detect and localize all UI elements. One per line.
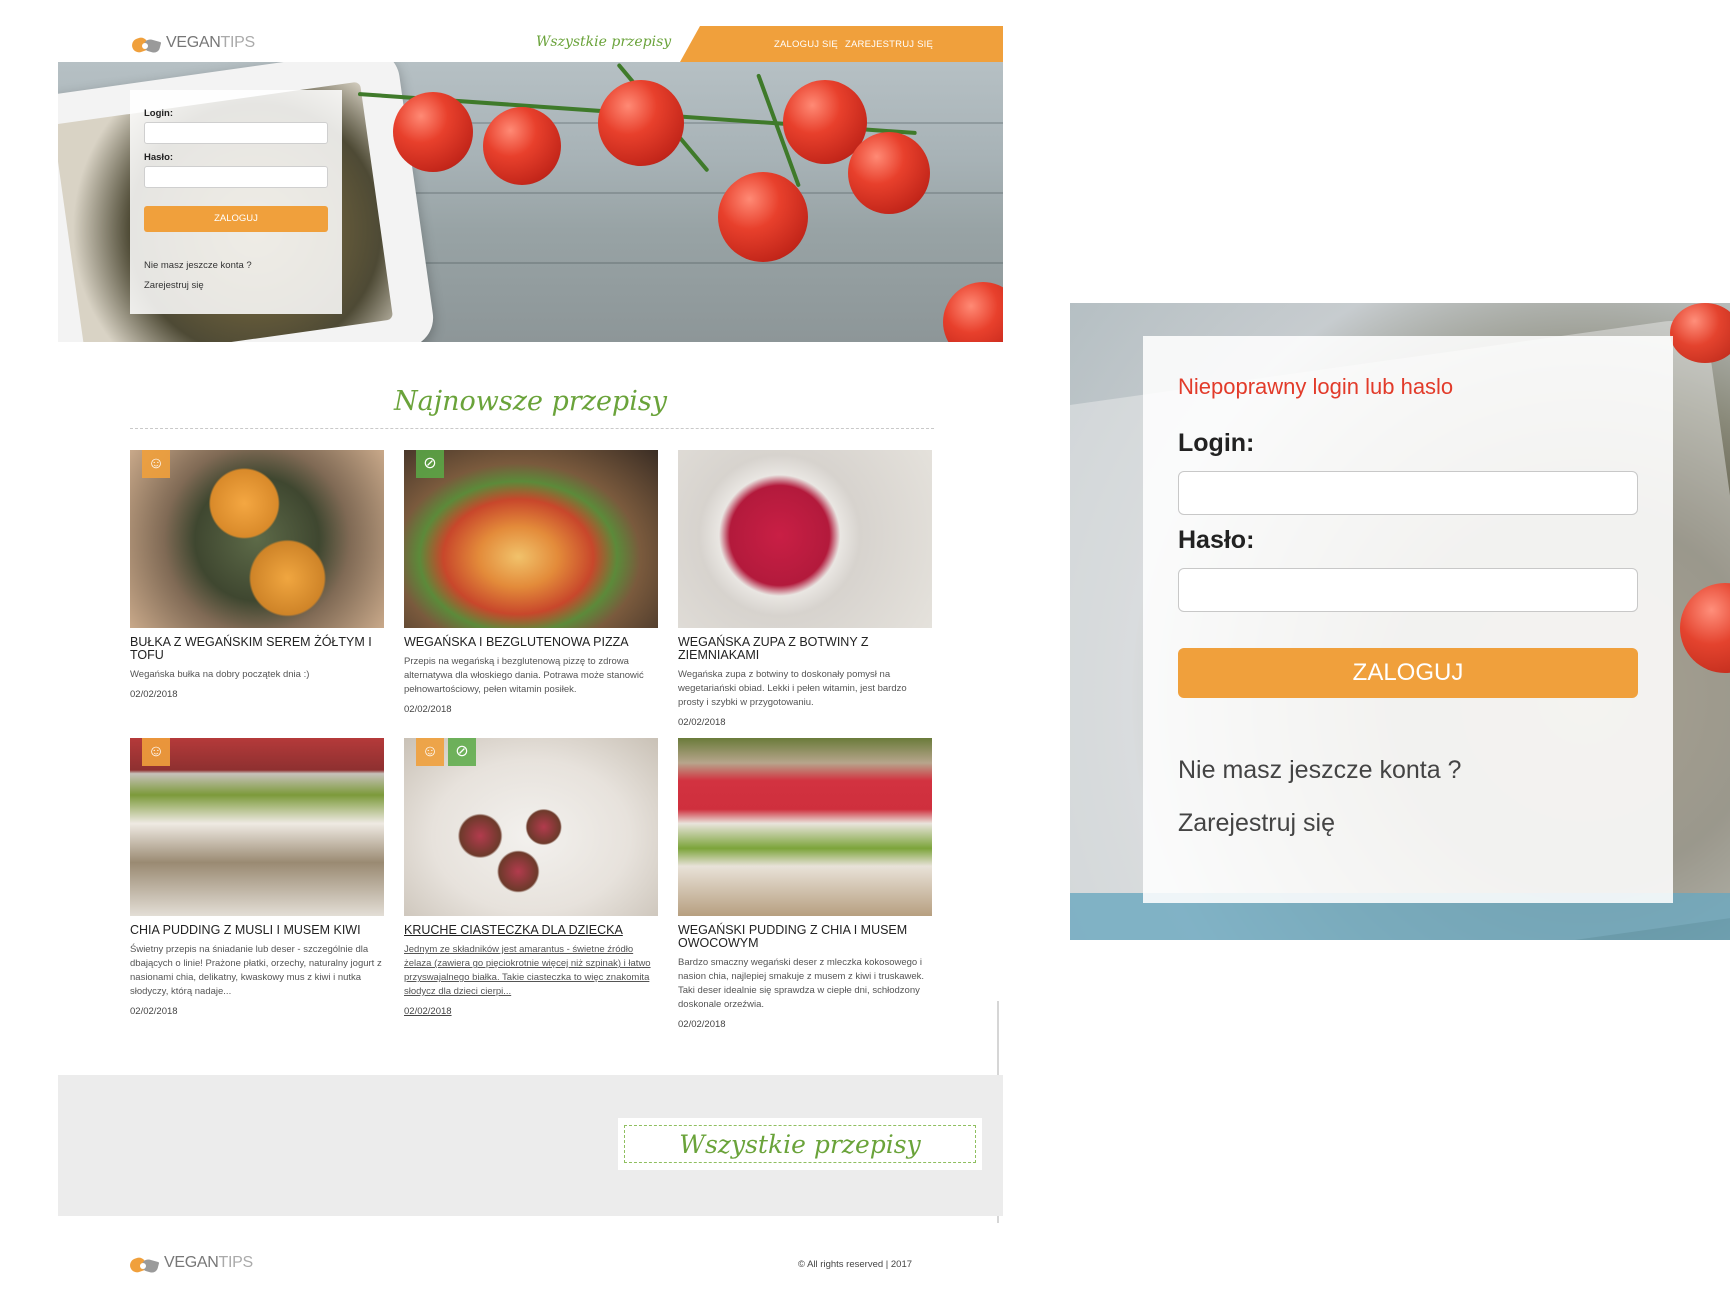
nav-login-link[interactable]: ZALOGUJ SIĘ	[774, 39, 838, 50]
gluten-free-icon: ⊘	[448, 738, 476, 766]
header: VEGAN TIPS Wszystkie przepisy ZALOGUJ SI…	[58, 26, 1003, 62]
nav-orange-bar	[680, 26, 1003, 62]
nav-all-recipes-link[interactable]: Wszystkie przepisy	[536, 34, 671, 50]
password-label: Hasło:	[1178, 526, 1255, 554]
tomato-image	[718, 172, 808, 262]
child-icon: ☺	[142, 738, 170, 766]
footer-logo[interactable]: VEGAN TIPS	[128, 1254, 254, 1275]
recipe-card[interactable]: ☺ BUŁKA Z WEGAŃSKIM SEREM ŻÓŁTYM I TOFU …	[130, 450, 384, 700]
login-input[interactable]	[1178, 471, 1638, 515]
recipe-date: 02/02/2018	[678, 717, 726, 728]
register-link[interactable]: Zarejestruj się	[1178, 809, 1335, 838]
recipe-desc: Przepis na wegańską i bezglutenową pizzę…	[404, 656, 644, 695]
recipe-card[interactable]: WEGAŃSKI PUDDING Z CHIA I MUSEM OWOCOWYM…	[678, 738, 932, 1030]
login-error-message: Niepoprawny login lub haslo	[1178, 374, 1454, 399]
recipe-title[interactable]: KRUCHE CIASTECZKA DLA DZIECKA	[404, 924, 658, 937]
recipe-card[interactable]: ☺ ⊘ KRUCHE CIASTECZKA DLA DZIECKA Jednym…	[404, 738, 658, 1017]
recipe-date: 02/02/2018	[678, 1019, 726, 1030]
zoomed-login-panel: Niepoprawny login lub haslo Login: Hasło…	[1070, 303, 1730, 940]
password-input[interactable]	[144, 166, 328, 188]
login-submit-button[interactable]: ZALOGUJ	[1178, 648, 1638, 698]
recipe-desc: Bardzo smaczny wegański deser z mleczka …	[678, 957, 925, 1010]
footer-cta-band: Wszystkie przepisy	[58, 1075, 1003, 1216]
logo-text-vegan: VEGAN	[166, 34, 221, 51]
login-submit-button[interactable]: ZALOGUJ	[144, 206, 328, 232]
recipe-title[interactable]: WEGAŃSKI PUDDING Z CHIA I MUSEM OWOCOWYM	[678, 924, 932, 950]
recipe-title[interactable]: WEGAŃSKA ZUPA Z BOTWINY Z ZIEMNIAKAMI	[678, 636, 932, 662]
all-recipes-button[interactable]: Wszystkie przepisy	[618, 1118, 982, 1170]
recipe-date: 02/02/2018	[404, 704, 452, 715]
recipe-title[interactable]: WEGAŃSKA I BEZGLUTENOWA PIZZA	[404, 636, 658, 649]
recipe-date: 02/02/2018	[130, 1006, 178, 1017]
main-page: VEGAN TIPS Wszystkie przepisy ZALOGUJ SI…	[58, 26, 1003, 1296]
hero-banner: Login: Hasło: ZALOGUJ Nie masz jeszcze k…	[58, 62, 1003, 342]
login-input[interactable]	[144, 122, 328, 144]
no-account-text: Nie masz jeszcze konta ?	[144, 260, 252, 271]
password-input[interactable]	[1178, 568, 1638, 612]
tomato-image	[483, 107, 561, 185]
tomato-image	[943, 282, 1003, 342]
recipe-desc: Wegańska bułka na dobry początek dnia :)	[130, 669, 310, 680]
login-label: Login:	[1178, 429, 1255, 457]
register-link[interactable]: Zarejestruj się	[144, 280, 204, 291]
recipe-title[interactable]: CHIA PUDDING Z MUSLI I MUSEM KIWI	[130, 924, 384, 937]
tomato-image	[598, 80, 684, 166]
login-card-zoomed: Niepoprawny login lub haslo Login: Hasło…	[1143, 336, 1673, 903]
logo-text-tips: TIPS	[218, 1254, 254, 1271]
recipe-date: 02/02/2018	[404, 1006, 452, 1017]
recipe-image[interactable]: ☺	[130, 738, 384, 916]
login-card: Login: Hasło: ZALOGUJ Nie masz jeszcze k…	[130, 90, 342, 314]
tomato-image	[848, 132, 930, 214]
logo[interactable]: VEGAN TIPS	[130, 34, 256, 55]
section-title: Najnowsze przepisy	[394, 386, 667, 417]
recipe-image[interactable]: ⊘	[404, 450, 658, 628]
no-account-text: Nie masz jeszcze konta ?	[1178, 756, 1462, 784]
child-icon: ☺	[416, 738, 444, 766]
recipe-desc: Wegańska zupa z botwiny to doskonały pom…	[678, 669, 907, 708]
recipe-desc: Jednym ze składników jest amarantus - św…	[404, 944, 651, 997]
leaf-logo-icon	[130, 34, 162, 55]
copyright-text: © All rights reserved | 2017	[798, 1259, 913, 1270]
recipe-desc: Świetny przepis na śniadanie lub deser -…	[130, 944, 382, 997]
all-recipes-button-label[interactable]: Wszystkie przepisy	[624, 1125, 976, 1163]
gluten-free-icon: ⊘	[416, 450, 444, 478]
recipe-date: 02/02/2018	[130, 689, 178, 700]
nav-register-link[interactable]: ZAREJESTRUJ SIĘ	[845, 39, 933, 50]
recipe-image[interactable]	[678, 738, 932, 916]
leaf-logo-icon	[128, 1254, 160, 1275]
recipe-image[interactable]	[678, 450, 932, 628]
logo-text-vegan: VEGAN	[164, 1254, 219, 1271]
login-label: Login:	[144, 108, 174, 119]
recipe-title[interactable]: BUŁKA Z WEGAŃSKIM SEREM ŻÓŁTYM I TOFU	[130, 636, 384, 662]
section-divider	[130, 428, 934, 429]
recipe-image[interactable]: ☺	[130, 450, 384, 628]
password-label: Hasło:	[144, 152, 174, 163]
child-icon: ☺	[142, 450, 170, 478]
tomato-image	[393, 92, 473, 172]
recipe-card[interactable]: WEGAŃSKA ZUPA Z BOTWINY Z ZIEMNIAKAMI We…	[678, 450, 932, 728]
recipe-card[interactable]: ⊘ WEGAŃSKA I BEZGLUTENOWA PIZZA Przepis …	[404, 450, 658, 715]
logo-text-tips: TIPS	[220, 34, 256, 51]
recipe-image[interactable]: ☺ ⊘	[404, 738, 658, 916]
recipe-card[interactable]: ☺ CHIA PUDDING Z MUSLI I MUSEM KIWI Świe…	[130, 738, 384, 1017]
